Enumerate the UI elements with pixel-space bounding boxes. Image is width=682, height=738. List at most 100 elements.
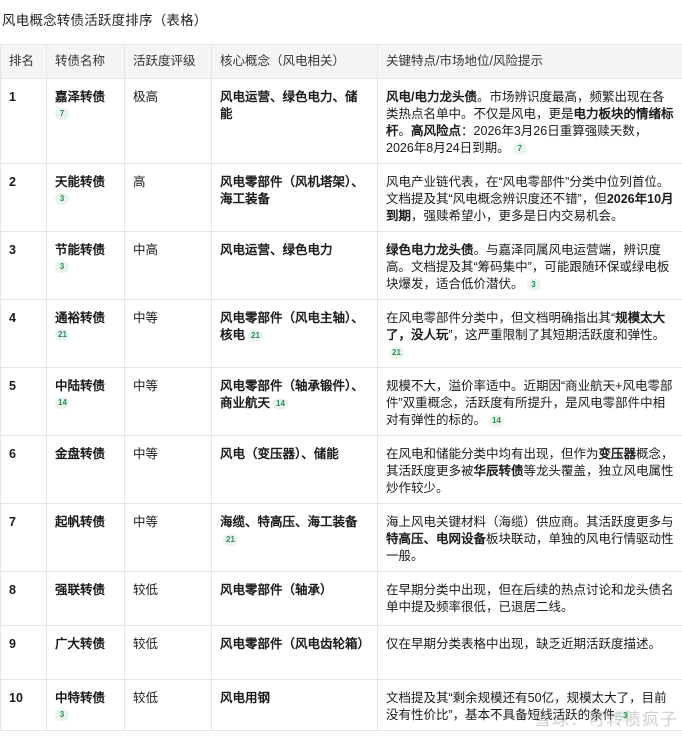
notes-emphasis: 变压器 <box>598 447 637 461</box>
notes-text: 海上风电关键材料（海缆）供应商。其活跃度更多与 <box>386 515 674 529</box>
notes-text: 仅在早期分类表格中出现，缺乏近期活跃度描述。 <box>386 637 662 651</box>
citation-badge[interactable]: 3 <box>55 261 69 273</box>
citation-badge[interactable]: 7 <box>512 142 527 155</box>
table-row: 8 强联转债 较低 风电零部件（轴承） 在早期分类中出现，但在后续的热点讨论和龙头债名单… <box>0 571 682 626</box>
bond-name-cell: 金盘转债 <box>46 435 125 504</box>
header-name: 转债名称 <box>46 44 125 79</box>
rank-cell: 3 <box>0 231 47 300</box>
citation-badge[interactable]: 3 <box>55 193 69 205</box>
activity-rating-cell: 高 <box>124 163 212 232</box>
concept-cell: 风电零部件（风电齿轮箱） <box>211 625 378 680</box>
rank-cell: 7 <box>0 503 47 572</box>
table-row: 7 起帆转债 中等 海缆、特高压、海工装备 21 海上风电关键材料（海缆）供应商。其活跃度… <box>0 503 682 572</box>
table-row: 2 天能转债 3 高风电零部件（风机塔架）、海工装备 风电产业链代表，在“风电零部件”分… <box>0 163 682 232</box>
bond-name-cell: 中陆转债 14 <box>46 367 125 436</box>
bond-name: 起帆转债 <box>55 515 106 529</box>
concept-text: 风电用钢 <box>220 691 271 705</box>
notes-cell: 风电/电力龙头债。市场辨识度最高，频繁出现在各类热点名单中。不仅是风电，更是电力… <box>377 78 682 164</box>
notes-cell: 在风电和储能分类中均有出现，但作为变压器概念，其活跃度更多被华辰转债等龙头覆盖，… <box>377 435 682 504</box>
concept-cell: 风电运营、绿色电力 <box>211 231 378 300</box>
concept-text: 风电零部件（风电主轴）、核电 <box>220 311 364 342</box>
bond-name-cell: 强联转债 <box>46 571 125 626</box>
header-rank: 排名 <box>0 44 47 79</box>
citation-badge[interactable]: 21 <box>223 533 238 546</box>
concept-cell: 风电用钢 <box>211 679 378 731</box>
bond-name: 中特转债 <box>55 691 106 705</box>
concept-text: 海缆、特高压、海工装备 <box>220 515 358 529</box>
notes-text: 在风电零部件分类中，但文档明确指出其“ <box>386 311 616 325</box>
concept-text: 风电（变压器）、储能 <box>220 447 339 461</box>
concept-text: 风电运营、绿色电力、储能 <box>220 90 358 121</box>
ranking-table: 排名 转债名称 活跃度评级 核心概念（风电相关） 关键特点/市场地位/风险提示 … <box>0 44 682 731</box>
table-row: 6 金盘转债 中等 风电（变压器）、储能 在风电和储能分类中均有出现，但作为变压器概念，… <box>0 435 682 504</box>
table-row: 5 中陆转债 14 中等 风电零部件（轴承锻件）、商业航天 14 规模不大，溢价率适中。近期… <box>0 367 682 436</box>
bond-name: 节能转债 <box>55 243 106 257</box>
activity-rating-cell: 极高 <box>124 78 212 164</box>
table-row: 9 广大转债 较低 风电零部件（风电齿轮箱） 仅在早期分类表格中出现，缺乏近期活跃度描述… <box>0 625 682 680</box>
header-concept: 核心概念（风电相关） <box>211 44 378 79</box>
bond-name: 金盘转债 <box>55 447 106 461</box>
notes-emphasis: 风电/电力龙头债 <box>386 90 477 104</box>
notes-text: ”，这严重限制了其短期活跃度和弹性。 <box>448 328 666 342</box>
notes-cell: 仅在早期分类表格中出现，缺乏近期活跃度描述。 <box>377 625 682 680</box>
citation-badge[interactable]: 21 <box>248 329 263 342</box>
concept-cell: 风电零部件（轴承） <box>211 571 378 626</box>
activity-rating-cell: 较低 <box>124 625 212 680</box>
bond-name-cell: 通裕转债 21 <box>46 299 125 368</box>
concept-text: 风电零部件（风机塔架）、海工装备 <box>220 175 364 206</box>
notes-cell: 在早期分类中出现，但在后续的热点讨论和龙头债名单中提及频率很低，已退居二线。 <box>377 571 682 626</box>
header-rating: 活跃度评级 <box>124 44 212 79</box>
concept-cell: 风电运营、绿色电力、储能 <box>211 78 378 164</box>
notes-cell: 绿色电力龙头债。与嘉泽同属风电运营端，辨识度高。文档提及其“筹码集中”，可能跟随… <box>377 231 682 300</box>
activity-rating-cell: 较低 <box>124 679 212 731</box>
watermark: 雪球：可转债疯子 <box>534 710 678 729</box>
notes-text: 规模不大，溢价率适中。近期因“商业航天+风电零部件”双重概念，活跃度有所提升，是… <box>386 379 673 427</box>
citation-badge[interactable]: 3 <box>55 709 69 721</box>
rank-cell: 9 <box>0 625 47 680</box>
notes-text: ，强赎希望小，更多是日内交易机会。 <box>411 209 624 223</box>
bond-name-cell: 节能转债 3 <box>46 231 125 300</box>
citation-badge[interactable]: 14 <box>55 397 69 409</box>
concept-text: 风电零部件（轴承锻件）、商业航天 <box>220 379 364 410</box>
bond-name-cell: 广大转债 <box>46 625 125 680</box>
rank-cell: 2 <box>0 163 47 232</box>
bond-name-cell: 中特转债 3 <box>46 679 125 731</box>
bond-name: 嘉泽转债 <box>55 90 106 104</box>
notes-text: 在风电和储能分类中均有出现，但作为 <box>386 447 599 461</box>
notes-emphasis: 高风险点 <box>411 124 462 138</box>
citation-badge[interactable]: 7 <box>55 108 69 120</box>
notes-cell: 规模不大，溢价率适中。近期因“商业航天+风电零部件”双重概念，活跃度有所提升，是… <box>377 367 682 436</box>
citation-badge[interactable]: 3 <box>526 278 541 291</box>
citation-badge[interactable]: 21 <box>55 329 69 341</box>
header-notes: 关键特点/市场地位/风险提示 <box>377 44 682 79</box>
bond-name: 广大转债 <box>55 637 106 651</box>
notes-cell: 风电产业链代表，在“风电零部件”分类中位列首位。文档提及其“风电概念辨识度还不错… <box>377 163 682 232</box>
rank-cell: 6 <box>0 435 47 504</box>
bond-name-cell: 嘉泽转债 7 <box>46 78 125 164</box>
notes-cell: 海上风电关键材料（海缆）供应商。其活跃度更多与特高压、电网设备板块联动，单独的风… <box>377 503 682 572</box>
rank-cell: 5 <box>0 367 47 436</box>
concept-cell: 风电零部件（风机塔架）、海工装备 <box>211 163 378 232</box>
notes-cell: 在风电零部件分类中，但文档明确指出其“规模太大了，没人玩”，这严重限制了其短期活… <box>377 299 682 368</box>
concept-cell: 风电零部件（轴承锻件）、商业航天 14 <box>211 367 378 436</box>
notes-emphasis: 特高压、电网设备 <box>386 532 487 546</box>
citation-badge[interactable]: 21 <box>389 346 404 359</box>
activity-rating-cell: 中高 <box>124 231 212 300</box>
bond-name: 天能转债 <box>55 175 106 189</box>
rank-cell: 1 <box>0 78 47 164</box>
bond-name: 通裕转债 <box>55 311 106 325</box>
table-row: 3 节能转债 3 中高 风电运营、绿色电力 绿色电力龙头债。与嘉泽同属风电运营端，辨识度高… <box>0 231 682 300</box>
bond-name-cell: 天能转债 3 <box>46 163 125 232</box>
table-header-row: 排名 转债名称 活跃度评级 核心概念（风电相关） 关键特点/市场地位/风险提示 <box>0 44 682 79</box>
table-body: 1 嘉泽转债 7 极高 风电运营、绿色电力、储能 风电/电力龙头债。市场辨识度最高，频繁出… <box>0 78 682 731</box>
notes-text: 。 <box>398 124 412 138</box>
activity-rating-cell: 较低 <box>124 571 212 626</box>
concept-cell: 风电零部件（风电主轴）、核电 21 <box>211 299 378 368</box>
concept-cell: 海缆、特高压、海工装备 21 <box>211 503 378 572</box>
citation-badge[interactable]: 14 <box>489 414 504 427</box>
activity-rating-cell: 中等 <box>124 435 212 504</box>
rank-cell: 8 <box>0 571 47 626</box>
concept-text: 风电零部件（轴承） <box>220 583 333 597</box>
citation-badge[interactable]: 14 <box>273 397 288 410</box>
notes-emphasis: 绿色电力龙头债 <box>386 243 474 257</box>
